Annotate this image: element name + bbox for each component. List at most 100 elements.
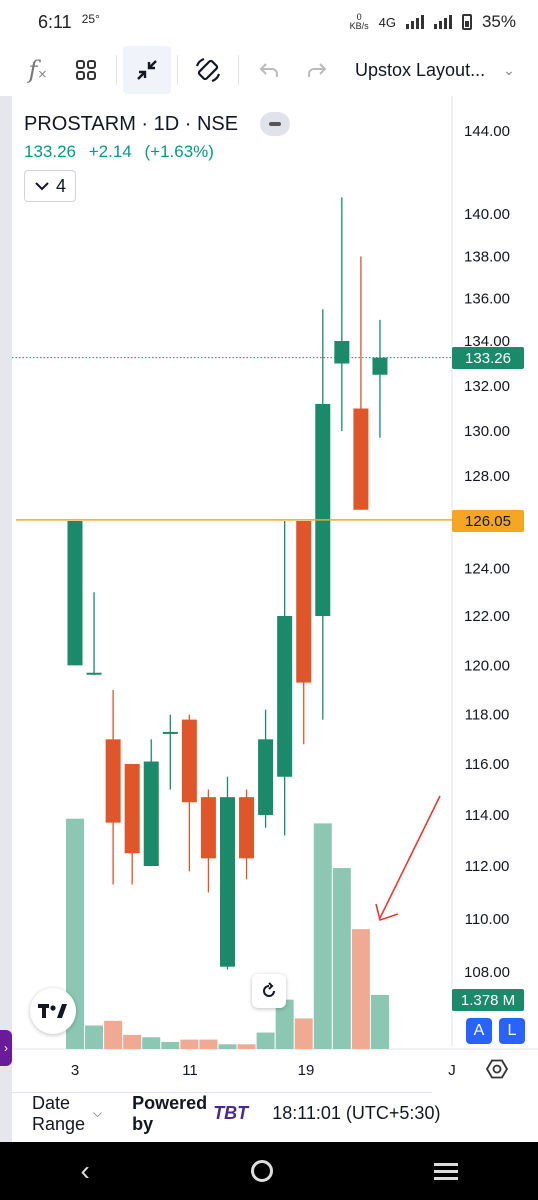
- net-speed-unit: KB/s: [349, 21, 369, 31]
- annotation-arrow-head: [375, 903, 399, 922]
- hide-legend-button[interactable]: [260, 112, 291, 136]
- undo-button[interactable]: [245, 46, 293, 94]
- expand-sidebar-button[interactable]: ›: [0, 1030, 12, 1066]
- volume-bar: [123, 1034, 142, 1049]
- status-temperature: 25°: [81, 12, 100, 26]
- y-tick-label: 110.00: [465, 911, 510, 928]
- annotation-arrow: [379, 795, 441, 919]
- y-tick-label: 140.00: [464, 206, 510, 223]
- candle-body: [162, 731, 178, 734]
- toolbar-divider: [238, 55, 239, 85]
- horizontal-line-tag: 126.05: [452, 510, 524, 532]
- volume-bar: [351, 929, 370, 1049]
- signal-icon: [405, 15, 424, 29]
- reset-chart-button[interactable]: [252, 974, 286, 1008]
- candle-body: [200, 797, 216, 859]
- tv-logo-icon: [38, 1004, 67, 1018]
- indicators-count: 4: [55, 175, 66, 196]
- grid-icon: [76, 60, 96, 80]
- symbol-title-text: PROSTARM · 1D · NSE: [24, 112, 239, 135]
- volume-bar: [199, 1039, 218, 1049]
- candle-body: [372, 357, 388, 375]
- candle-body: [67, 521, 83, 666]
- volume-bar: [237, 1044, 256, 1049]
- bottom-toolbar: Date Range ⌵ Powered by TBT 18:11:01 (UT…: [12, 1092, 440, 1135]
- battery-level: 35%: [481, 12, 516, 31]
- chart-legend: PROSTARM · 1D · NSE 133.26 +2.14 (+1.63%…: [24, 112, 291, 202]
- home-icon[interactable]: [250, 1160, 273, 1182]
- collapse-button[interactable]: [123, 46, 171, 94]
- log-scale-button[interactable]: L: [499, 1018, 525, 1044]
- net-speed: 0 KB/s: [350, 13, 369, 31]
- status-bar: 6:11 25° 0 KB/s 4G 35%: [0, 0, 538, 44]
- y-tick-label: 130.00: [464, 423, 510, 440]
- legend-quote: 133.26 +2.14 (+1.63%): [24, 142, 290, 162]
- chevron-down-icon[interactable]: ⌵: [93, 1106, 102, 1121]
- network-type: 4G: [378, 14, 396, 30]
- status-time: 6:11: [38, 11, 72, 32]
- symbol-title[interactable]: PROSTARM · 1D · NSE: [24, 112, 291, 136]
- y-tick-label: 136.00: [464, 291, 510, 308]
- templates-button[interactable]: [62, 46, 110, 94]
- indicators-toggle[interactable]: 4: [24, 170, 76, 202]
- y-tick-label: 118.00: [465, 707, 510, 724]
- x-tick-label: 3: [71, 1062, 79, 1079]
- android-nav-bar: ‹: [0, 1142, 538, 1200]
- volume-bar: [256, 1032, 275, 1049]
- volume-bar: [218, 1044, 237, 1049]
- candle-body: [105, 739, 121, 823]
- y-tick-label: 138.00: [464, 248, 510, 265]
- candle-body: [181, 719, 197, 803]
- volume-bar: [370, 994, 389, 1049]
- candle-body: [124, 764, 140, 854]
- back-icon[interactable]: ‹: [80, 1155, 89, 1187]
- tradingview-logo[interactable]: [30, 988, 76, 1034]
- x-tick-label: J: [448, 1062, 456, 1079]
- candle-body: [143, 761, 159, 866]
- reset-icon: [263, 982, 275, 997]
- last-price-tag: 133.26: [452, 347, 524, 369]
- candle-body: [296, 521, 312, 683]
- y-tick-label: 108.00: [464, 964, 510, 981]
- date-range-button[interactable]: Date Range: [32, 1093, 85, 1135]
- toolbar-divider: [116, 55, 117, 85]
- volume-bar: [332, 868, 351, 1049]
- candle-body: [353, 408, 369, 510]
- candle-body: [86, 672, 102, 675]
- volume-bar: [294, 1018, 313, 1049]
- collapse-arrows-icon: [137, 60, 157, 80]
- minus-icon: [269, 122, 282, 126]
- volume-bar: [180, 1039, 199, 1049]
- chart-settings-icon[interactable]: [484, 1056, 510, 1082]
- volume-bar: [142, 1037, 161, 1049]
- x-tick-label: 11: [182, 1062, 198, 1079]
- chart-clock[interactable]: 18:11:01 (UTC+5:30): [272, 1103, 440, 1124]
- volume-bar: [313, 823, 332, 1049]
- recent-apps-icon[interactable]: [433, 1162, 458, 1180]
- undo-icon: [259, 63, 278, 77]
- y-tick-label: 124.00: [464, 561, 510, 578]
- candle-body: [315, 404, 331, 616]
- rotate-button[interactable]: [184, 46, 232, 94]
- candle-body: [277, 616, 293, 777]
- status-icons: 0 KB/s 4G 35%: [350, 12, 516, 32]
- candle-body: [239, 797, 255, 859]
- tbt-logo: TBT: [213, 1103, 249, 1123]
- chevron-down-icon: [35, 182, 49, 191]
- y-tick-label: 122.00: [464, 608, 510, 625]
- toolbar-divider: [177, 55, 178, 85]
- redo-icon: [308, 63, 327, 77]
- indicators-button[interactable]: f×: [14, 46, 62, 94]
- y-tick-label: 128.00: [464, 468, 510, 485]
- legend-change: +2.14: [88, 142, 132, 161]
- candle-body: [334, 341, 350, 364]
- chevron-down-icon[interactable]: ⌄: [503, 62, 515, 79]
- candle-body: [258, 739, 274, 815]
- layout-selector[interactable]: Upstox Layout...: [355, 60, 485, 81]
- signal-icon-2: [433, 15, 452, 29]
- auto-scale-button[interactable]: A: [466, 1018, 492, 1044]
- redo-button[interactable]: [293, 46, 341, 94]
- candle-body: [219, 797, 235, 967]
- legend-price: 133.26: [24, 142, 76, 161]
- volume-bar: [104, 1020, 123, 1049]
